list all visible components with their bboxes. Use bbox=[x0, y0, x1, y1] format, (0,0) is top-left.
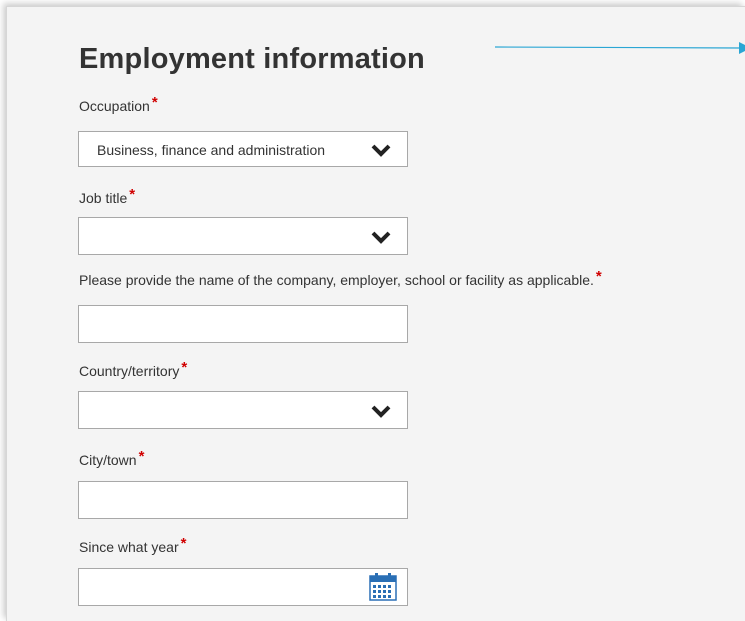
job-title-label: Job title * bbox=[79, 186, 135, 207]
required-marker: * bbox=[129, 186, 136, 203]
since-year-input[interactable] bbox=[78, 568, 408, 606]
since-year-label: Since what year * bbox=[79, 535, 186, 556]
chevron-down-icon bbox=[371, 405, 391, 418]
required-marker: * bbox=[595, 268, 602, 285]
required-marker: * bbox=[181, 359, 188, 376]
company-label-text: Please provide the name of the company, … bbox=[79, 272, 594, 288]
occupation-label: Occupation * bbox=[79, 94, 158, 115]
calendar-icon[interactable] bbox=[369, 573, 397, 601]
city-label: City/town * bbox=[79, 448, 144, 469]
job-title-label-text: Job title bbox=[79, 190, 128, 206]
country-label-text: Country/territory bbox=[79, 363, 180, 379]
country-label: Country/territory * bbox=[79, 359, 187, 380]
page-title: Employment information bbox=[79, 43, 425, 75]
job-title-select[interactable] bbox=[78, 217, 408, 255]
city-label-text: City/town bbox=[79, 452, 137, 468]
country-select[interactable] bbox=[78, 391, 408, 429]
form-panel: Employment information Occupation * Busin… bbox=[6, 6, 745, 621]
chevron-down-icon bbox=[371, 144, 391, 157]
company-input[interactable] bbox=[78, 305, 408, 343]
required-marker: * bbox=[138, 448, 145, 465]
occupation-select[interactable]: Business, finance and administration bbox=[78, 131, 408, 167]
occupation-value: Business, finance and administration bbox=[97, 142, 326, 158]
arrow-right-icon bbox=[495, 42, 745, 54]
required-marker: * bbox=[151, 94, 158, 111]
chevron-down-icon bbox=[371, 231, 391, 244]
occupation-label-text: Occupation bbox=[79, 98, 150, 114]
required-marker: * bbox=[180, 535, 187, 552]
company-label: Please provide the name of the company, … bbox=[79, 268, 602, 289]
since-year-label-text: Since what year bbox=[79, 539, 179, 555]
city-input[interactable] bbox=[78, 481, 408, 519]
